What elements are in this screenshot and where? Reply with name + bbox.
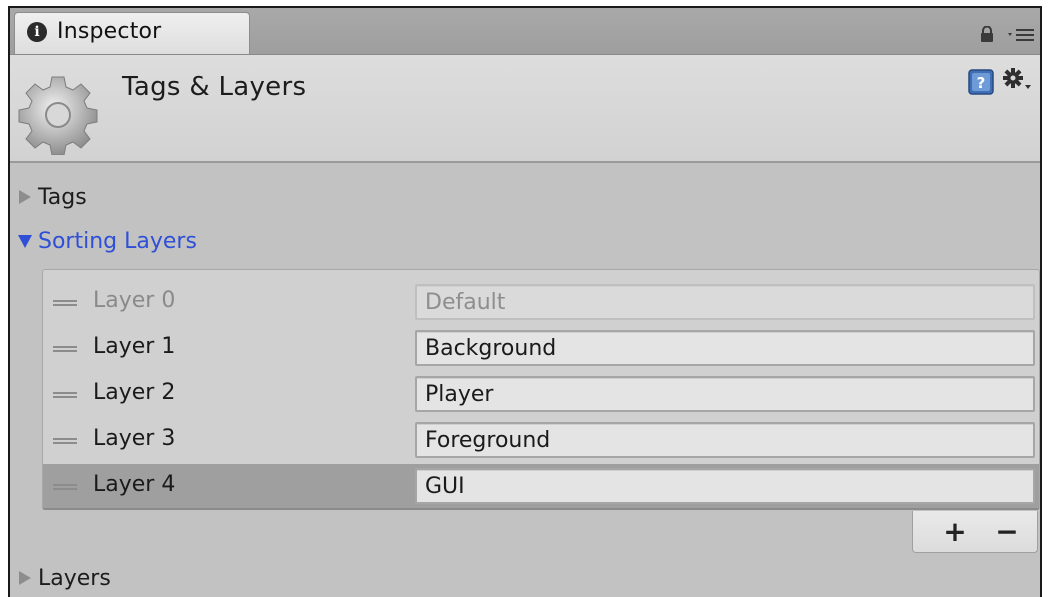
- list-item[interactable]: Layer 0 Default: [43, 280, 1039, 324]
- info-icon: i: [27, 22, 47, 42]
- layer-name-field[interactable]: Background: [415, 330, 1035, 366]
- foldout-tags[interactable]: Tags: [16, 180, 87, 214]
- list-item-selected[interactable]: Layer 4 GUI: [43, 464, 1039, 508]
- list-item[interactable]: Layer 1 Background: [43, 326, 1039, 370]
- drag-handle-icon[interactable]: [53, 484, 77, 490]
- foldout-sorting-layers[interactable]: Sorting Layers: [16, 224, 197, 258]
- menu-icon[interactable]: [1008, 28, 1034, 42]
- drag-handle-icon[interactable]: [53, 300, 77, 306]
- list-item[interactable]: Layer 2 Player: [43, 372, 1039, 416]
- svg-text:?: ?: [977, 74, 986, 92]
- layer-label: Layer 1: [93, 334, 176, 359]
- foldout-sorting-layers-label: Sorting Layers: [38, 228, 197, 254]
- inspector-window: i Inspector Tags & Layers ? Tags Sorting…: [8, 6, 1042, 597]
- tab-inspector[interactable]: i Inspector: [14, 12, 250, 54]
- tab-bar: i Inspector: [10, 8, 1040, 55]
- remove-layer-button[interactable]: −: [987, 517, 1027, 547]
- layer-name-field[interactable]: Foreground: [415, 422, 1035, 458]
- layer-name-field[interactable]: GUI: [415, 468, 1035, 504]
- layer-name-value: Foreground: [425, 428, 551, 453]
- layer-name-field[interactable]: Player: [415, 376, 1035, 412]
- layer-name-value: GUI: [425, 474, 465, 499]
- triangle-right-icon: [19, 190, 31, 204]
- layer-label: Layer 3: [93, 426, 176, 451]
- triangle-right-icon: [19, 571, 31, 585]
- layer-name-value: Background: [425, 336, 557, 361]
- list-footer: + −: [912, 511, 1038, 553]
- settings-icon[interactable]: [1002, 67, 1032, 93]
- foldout-layers[interactable]: Layers: [16, 561, 111, 595]
- drag-handle-icon[interactable]: [53, 392, 77, 398]
- page-title: Tags & Layers: [122, 72, 307, 102]
- list-item[interactable]: Layer 3 Foreground: [43, 418, 1039, 462]
- layer-label: Layer 0: [93, 288, 176, 313]
- foldout-tags-label: Tags: [38, 184, 87, 210]
- lock-icon[interactable]: [980, 26, 994, 42]
- add-layer-button[interactable]: +: [935, 517, 975, 547]
- layer-name-field: Default: [415, 284, 1035, 320]
- layer-name-value: Player: [425, 382, 494, 407]
- tab-label: Inspector: [57, 19, 162, 44]
- triangle-down-icon: [18, 235, 32, 248]
- drag-handle-icon[interactable]: [53, 346, 77, 352]
- drag-handle-icon[interactable]: [53, 438, 77, 444]
- help-icon[interactable]: ?: [968, 69, 994, 95]
- inspector-header: Tags & Layers ?: [10, 55, 1040, 163]
- layer-name-value: Default: [425, 290, 506, 315]
- layer-label: Layer 4: [93, 472, 176, 497]
- sorting-layers-list: Layer 0 Default Layer 1 Background Layer…: [42, 269, 1040, 510]
- gear-icon: [18, 76, 98, 155]
- layer-label: Layer 2: [93, 380, 176, 405]
- foldout-layers-label: Layers: [38, 565, 111, 591]
